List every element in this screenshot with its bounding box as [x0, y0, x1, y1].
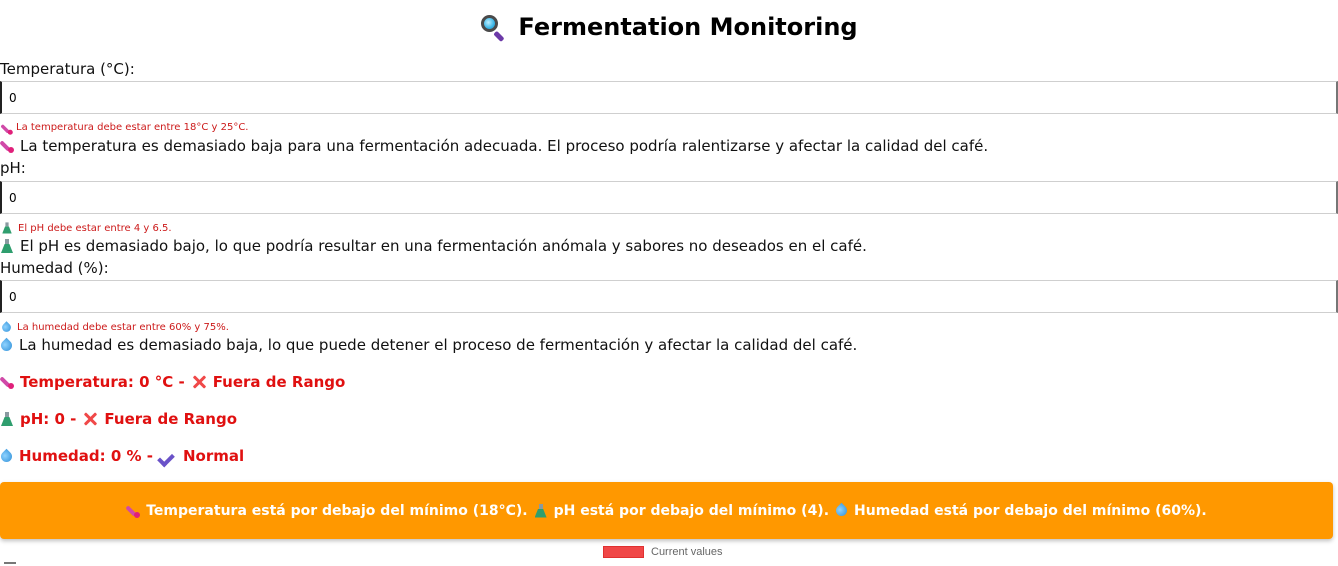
temperature-input[interactable] — [0, 81, 1338, 114]
droplet-icon — [833, 502, 850, 519]
temperature-hint: La temperatura debe estar entre 18°C y 2… — [0, 121, 249, 135]
ph-message-text: El pH es demasiado bajo, lo que podría r… — [20, 237, 867, 255]
humidity-message: La humedad es demasiado baja, lo que pue… — [0, 336, 857, 354]
page-title-text: Fermentation Monitoring — [518, 13, 858, 41]
chart-legend[interactable]: Current values — [603, 546, 723, 558]
alert-ph-text: pH está por debajo del mínimo (4). — [553, 502, 830, 519]
ph-hint-text: El pH debe estar entre 4 y 6.5. — [18, 222, 172, 234]
magnifying-glass-icon — [480, 14, 506, 43]
humidity-status-state: Normal — [183, 447, 245, 465]
temperature-hint-text: La temperatura debe estar entre 18°C y 2… — [16, 122, 249, 133]
droplet-icon — [0, 321, 13, 334]
alert-humidity-text: Humedad está por debajo del mínimo (60%)… — [854, 502, 1207, 519]
humidity-input[interactable] — [0, 280, 1338, 313]
cross-mark-icon — [82, 411, 98, 427]
page-title: Fermentation Monitoring — [0, 11, 1338, 43]
thermometer-icon — [0, 122, 13, 135]
droplet-icon — [0, 337, 15, 353]
thermometer-icon — [0, 139, 14, 153]
ph-label: pH: — [0, 159, 26, 177]
legend-label: Current values — [651, 546, 723, 558]
temperature-status: Temperatura: 0 °C - Fuera de Rango — [0, 372, 345, 392]
humidity-hint-text: La humedad debe estar entre 60% y 75%. — [17, 322, 229, 333]
humidity-status-text: Humedad: 0 % - — [19, 447, 153, 465]
ph-hint: El pH debe estar entre 4 y 6.5. — [0, 221, 172, 235]
droplet-icon — [0, 448, 15, 464]
flask-icon — [1, 222, 12, 234]
humidity-label: Humedad (%): — [0, 259, 109, 277]
ph-message: El pH es demasiado bajo, lo que podría r… — [0, 237, 867, 255]
chart-axis-stub — [4, 562, 16, 564]
temperature-status-text: Temperatura: 0 °C - — [20, 373, 185, 391]
ph-status-text: pH: 0 - — [20, 410, 77, 428]
thermometer-icon — [0, 375, 14, 389]
ph-status: pH: 0 - Fuera de Rango — [0, 409, 237, 429]
cross-mark-icon — [191, 374, 207, 390]
alert-banner: Temperatura está por debajo del mínimo (… — [0, 482, 1333, 539]
humidity-status: Humedad: 0 % - Normal — [0, 446, 244, 466]
flask-icon — [0, 239, 14, 253]
flask-icon — [0, 412, 14, 426]
flask-icon — [534, 503, 548, 518]
temperature-label: Temperatura (°C): — [0, 60, 135, 78]
humidity-hint: La humedad debe estar entre 60% y 75%. — [0, 320, 229, 335]
thermometer-icon — [125, 504, 141, 518]
check-mark-icon — [159, 448, 177, 464]
temperature-message: La temperatura es demasiado baja para un… — [0, 137, 988, 155]
humidity-message-text: La humedad es demasiado baja, lo que pue… — [19, 336, 858, 354]
alert-temperature-text: Temperatura está por debajo del mínimo (… — [146, 502, 528, 519]
temperature-status-state: Fuera de Rango — [212, 373, 346, 391]
temperature-message-text: La temperatura es demasiado baja para un… — [20, 137, 989, 155]
ph-status-state: Fuera de Rango — [104, 410, 238, 428]
legend-swatch — [603, 546, 644, 558]
ph-input[interactable] — [0, 181, 1338, 214]
